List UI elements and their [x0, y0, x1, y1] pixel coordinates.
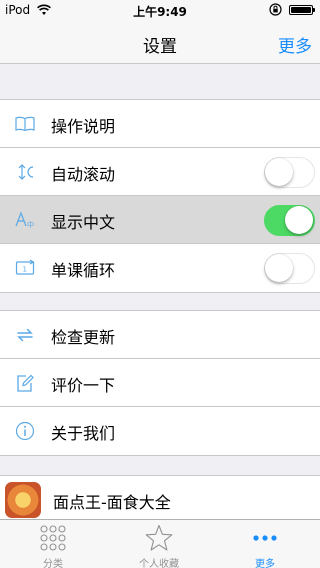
grid-icon [40, 525, 66, 551]
tab-more[interactable]: 更多 [212, 520, 318, 568]
svg-text:1: 1 [23, 266, 27, 274]
tab-favorites[interactable]: 个人收藏 [106, 520, 212, 568]
settings-section-display: 操作说明 自动滚动 中 显示中文 1 单课循环 [0, 99, 320, 293]
more-button[interactable]: 更多 [278, 32, 312, 57]
scroll-icon [18, 164, 34, 180]
more-icon [253, 535, 277, 541]
tab-label: 更多 [255, 559, 275, 568]
row-single-loop: 1 单课循环 [0, 244, 320, 292]
app-name: 面点王-面食大全 [53, 493, 171, 512]
row-about-us[interactable]: 关于我们 [0, 407, 320, 455]
toggle-knob [265, 158, 293, 186]
tab-label: 个人收藏 [139, 559, 179, 568]
rotation-lock-icon [269, 3, 282, 16]
navigation-bar: 设置 更多 [0, 20, 320, 64]
status-bar: iPod 上午9:49 [0, 0, 320, 20]
row-label: 自动滚动 [51, 165, 116, 184]
svg-text:中: 中 [27, 220, 34, 229]
row-instructions[interactable]: 操作说明 [0, 100, 320, 148]
refresh-icon [17, 328, 33, 342]
tab-category[interactable]: 分类 [0, 520, 106, 568]
tab-label: 分类 [43, 559, 63, 568]
row-rate[interactable]: 评价一下 [0, 359, 320, 407]
settings-section-about: 检查更新 评价一下 关于我们 [0, 310, 320, 456]
row-auto-scroll: 自动滚动 [0, 148, 320, 196]
page-title: 设置 [143, 37, 177, 57]
battery-icon [289, 5, 315, 15]
row-label: 检查更新 [51, 328, 116, 347]
app-icon [5, 482, 41, 518]
info-icon [15, 421, 35, 441]
tab-bar: 分类 个人收藏 更多 [0, 519, 320, 568]
toggle-knob [285, 206, 313, 234]
app-promo-row[interactable]: 面点王-面食大全 [0, 475, 320, 519]
row-label: 关于我们 [51, 424, 116, 443]
auto-scroll-toggle[interactable] [264, 157, 315, 188]
translate-icon: 中 [15, 211, 34, 229]
star-icon [145, 524, 173, 551]
row-check-update[interactable]: 检查更新 [0, 311, 320, 359]
single-loop-toggle[interactable] [264, 253, 315, 284]
row-label: 单课循环 [51, 261, 116, 280]
toggle-knob [265, 254, 293, 282]
row-show-chinese: 中 显示中文 [0, 196, 320, 244]
repeat-one-icon: 1 [15, 259, 35, 275]
show-chinese-toggle[interactable] [264, 205, 315, 236]
row-label: 评价一下 [51, 376, 116, 395]
row-label: 显示中文 [51, 213, 116, 232]
row-label: 操作说明 [51, 117, 116, 136]
book-icon [15, 116, 35, 132]
edit-icon [17, 374, 34, 392]
